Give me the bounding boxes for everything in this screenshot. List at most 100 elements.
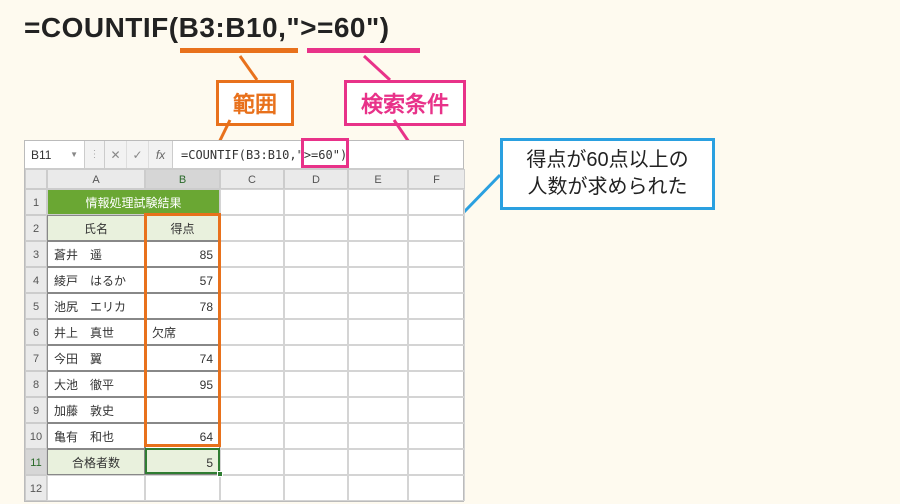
cell-name[interactable]: 今田 翼 [47,345,145,371]
cell-score[interactable]: 85 [145,241,220,267]
cell[interactable] [220,293,284,319]
cell[interactable] [284,449,348,475]
cell[interactable] [220,241,284,267]
confirm-button[interactable]: ✓ [127,141,149,168]
cell[interactable] [284,241,348,267]
formula-bar-value: =COUNTIF(B3:B10,">=60") [181,148,347,162]
row-header[interactable]: 10 [25,423,47,449]
cell[interactable] [220,371,284,397]
cell[interactable] [284,293,348,319]
cell[interactable] [348,293,408,319]
cell[interactable] [220,267,284,293]
cell-score[interactable]: 78 [145,293,220,319]
name-box-dropdown-icon[interactable]: ▼ [70,150,78,159]
cell[interactable] [220,423,284,449]
cell[interactable] [348,449,408,475]
cell[interactable] [408,267,465,293]
cell-score[interactable]: 57 [145,267,220,293]
cell[interactable] [284,345,348,371]
row-header[interactable]: 4 [25,267,47,293]
cell[interactable] [348,423,408,449]
cell-score[interactable]: 74 [145,345,220,371]
cell[interactable] [284,267,348,293]
header-score[interactable]: 得点 [145,215,220,241]
cell-score[interactable]: 欠席 [145,319,220,345]
cell[interactable] [284,371,348,397]
cell-name[interactable]: 綾戸 はるか [47,267,145,293]
cell[interactable] [408,423,465,449]
cell-name[interactable]: 蒼井 遥 [47,241,145,267]
cell[interactable] [408,371,465,397]
cell[interactable] [408,397,465,423]
row-header[interactable]: 9 [25,397,47,423]
cell[interactable] [408,215,465,241]
col-header[interactable]: C [220,169,284,189]
cell-name[interactable]: 池尻 エリカ [47,293,145,319]
cell[interactable] [348,319,408,345]
col-header[interactable]: E [348,169,408,189]
cell-score[interactable]: 95 [145,371,220,397]
cell[interactable] [284,215,348,241]
cell[interactable] [220,475,284,501]
row-header[interactable]: 3 [25,241,47,267]
cell[interactable] [348,475,408,501]
cell[interactable] [408,241,465,267]
row-header[interactable]: 1 [25,189,47,215]
row-header[interactable]: 5 [25,293,47,319]
header-name[interactable]: 氏名 [47,215,145,241]
fill-handle[interactable] [217,471,223,477]
cell[interactable] [220,319,284,345]
corner-header[interactable] [25,169,47,189]
row-header[interactable]: 2 [25,215,47,241]
cell-name[interactable]: 井上 真世 [47,319,145,345]
cell[interactable] [408,189,465,215]
col-header[interactable]: B [145,169,220,189]
cell[interactable] [220,215,284,241]
cell[interactable] [348,215,408,241]
cell-score[interactable]: 64 [145,423,220,449]
cell[interactable] [348,189,408,215]
cell[interactable] [348,241,408,267]
col-header[interactable]: D [284,169,348,189]
summary-label[interactable]: 合格者数 [47,449,145,475]
cell[interactable] [47,475,145,501]
row-header[interactable]: 12 [25,475,47,501]
cell[interactable] [220,189,284,215]
cell[interactable] [284,475,348,501]
col-header[interactable]: A [47,169,145,189]
row-header[interactable]: 7 [25,345,47,371]
row-header[interactable]: 11 [25,449,47,475]
cell[interactable] [220,397,284,423]
cell[interactable] [348,345,408,371]
cell[interactable] [408,345,465,371]
cell[interactable] [408,475,465,501]
callout-result: 得点が60点以上の 人数が求められた [500,138,715,210]
cell[interactable] [348,371,408,397]
cancel-button[interactable]: ✕ [105,141,127,168]
cell[interactable] [284,397,348,423]
spreadsheet-grid[interactable]: A B C D E F 1 情報処理試験結果 2 氏名 得点 3 蒼井 遥 85… [25,169,463,501]
cell[interactable] [284,189,348,215]
cell[interactable] [220,449,284,475]
cell[interactable] [284,319,348,345]
cell[interactable] [348,397,408,423]
name-box[interactable]: B11 ▼ [25,141,85,168]
col-header[interactable]: F [408,169,465,189]
cell-score[interactable] [145,397,220,423]
cell-name[interactable]: 大池 徹平 [47,371,145,397]
cell[interactable] [408,293,465,319]
formula-bar[interactable]: =COUNTIF(B3:B10,">=60") [173,141,463,168]
row-header[interactable]: 6 [25,319,47,345]
cell[interactable] [220,345,284,371]
cell-name[interactable]: 亀有 和也 [47,423,145,449]
cell[interactable] [284,423,348,449]
cell[interactable] [145,475,220,501]
summary-value[interactable]: 5 [145,449,220,475]
cell[interactable] [408,319,465,345]
cell[interactable] [348,267,408,293]
fx-icon[interactable]: fx [149,141,173,168]
row-header[interactable]: 8 [25,371,47,397]
cell[interactable] [408,449,465,475]
merged-title[interactable]: 情報処理試験結果 [47,189,220,215]
cell-name[interactable]: 加藤 敦史 [47,397,145,423]
